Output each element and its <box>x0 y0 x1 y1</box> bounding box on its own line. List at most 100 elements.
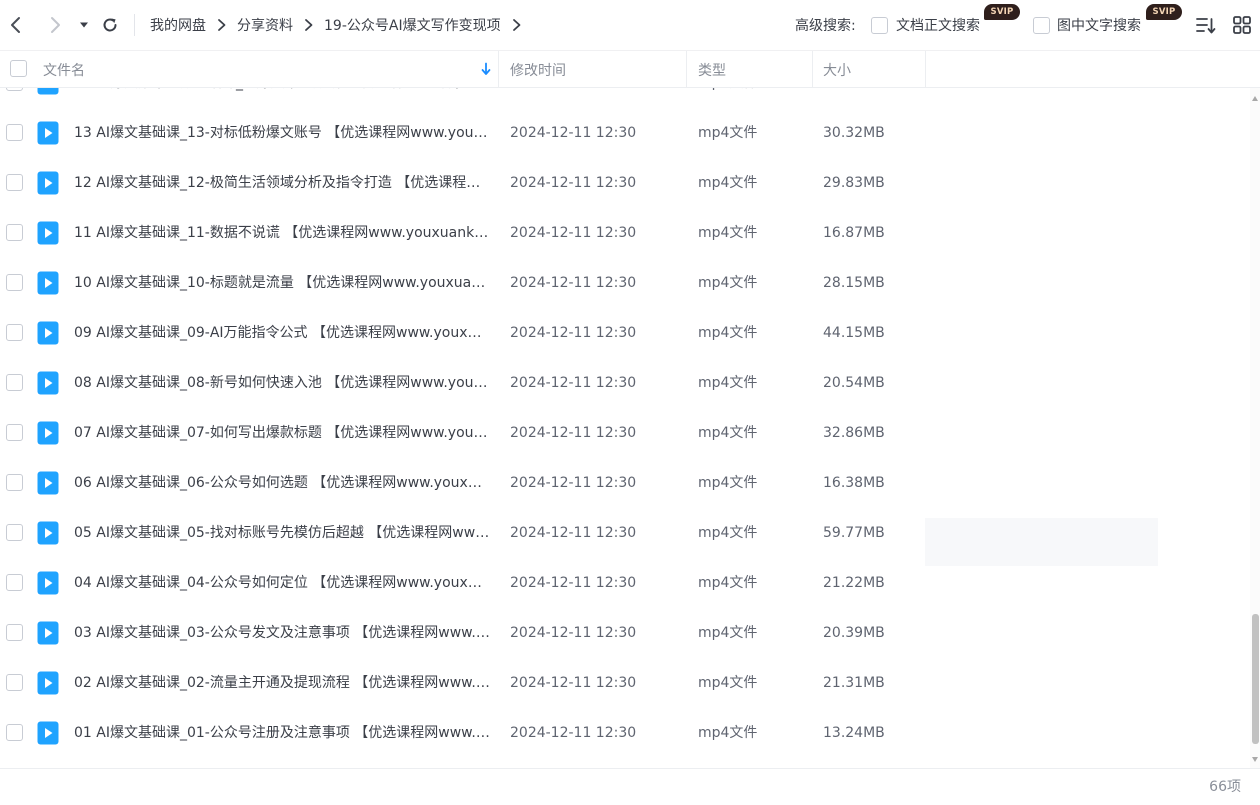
video-file-icon <box>37 171 59 195</box>
row-checkbox[interactable] <box>6 88 23 91</box>
row-checkbox[interactable] <box>6 324 23 341</box>
video-file-icon <box>37 471 59 495</box>
file-name[interactable]: 12 AI爆文基础课_12-极简生活领域分析及指令打造 【优选课程网www.yo… <box>74 158 490 208</box>
file-name[interactable]: 13 AI爆文基础课_13-对标低粉爆文账号 【优选课程网www.youxuan… <box>74 108 490 158</box>
row-checkbox[interactable] <box>6 724 23 741</box>
file-modified-time: 2024-12-11 12:30 <box>510 125 637 141</box>
sort-down-arrow-icon[interactable] <box>480 62 492 76</box>
refresh-icon[interactable] <box>98 13 122 37</box>
table-row[interactable]: 06 AI爆文基础课_06-公众号如何选题 【优选课程网www.youxuank… <box>0 458 1250 508</box>
row-checkbox[interactable] <box>6 124 23 141</box>
file-size: 28.15MB <box>823 275 885 291</box>
image-text-search-option[interactable]: 图中文字搜索 <box>1033 0 1141 50</box>
file-name[interactable]: 10 AI爆文基础课_10-标题就是流量 【优选课程网www.youxuankc… <box>74 258 490 308</box>
file-modified-time: 2024-12-11 12:30 <box>510 275 637 291</box>
video-file-icon <box>37 521 59 545</box>
breadcrumb-item-share[interactable]: 分享资料 <box>237 15 293 35</box>
item-count: 66项 <box>1209 779 1241 795</box>
file-type: mp4文件 <box>698 125 758 141</box>
file-name[interactable]: 09 AI爆文基础课_09-AI万能指令公式 【优选课程网www.youxuan… <box>74 308 490 358</box>
file-modified-time: 2024-12-11 12:30 <box>510 725 637 741</box>
column-divider <box>686 51 687 88</box>
row-checkbox[interactable] <box>6 424 23 441</box>
column-header-name[interactable]: 文件名 <box>43 51 85 88</box>
row-checkbox[interactable] <box>6 574 23 591</box>
file-type: mp4文件 <box>698 725 758 741</box>
table-row[interactable]: 10 AI爆文基础课_10-标题就是流量 【优选课程网www.youxuankc… <box>0 258 1250 308</box>
table-row[interactable]: 07 AI爆文基础课_07-如何写出爆款标题 【优选课程网www.youxuan… <box>0 408 1250 458</box>
file-modified-time: 2024-12-11 12:30 <box>510 325 637 341</box>
file-type: mp4文件 <box>698 475 758 491</box>
file-modified-time: 2024-12-11 12:30 <box>510 375 637 391</box>
table-row[interactable]: 09 AI爆文基础课_09-AI万能指令公式 【优选课程网www.youxuan… <box>0 308 1250 358</box>
row-checkbox[interactable] <box>6 274 23 291</box>
file-name[interactable]: 11 AI爆文基础课_11-数据不说谎 【优选课程网www.youxuankc.… <box>74 208 490 258</box>
column-header-size[interactable]: 大小 <box>823 51 851 88</box>
row-checkbox[interactable] <box>6 474 23 491</box>
file-name[interactable]: 08 AI爆文基础课_08-新号如何快速入池 【优选课程网www.youxuan… <box>74 358 490 408</box>
row-checkbox[interactable] <box>6 674 23 691</box>
file-size: 20.39MB <box>823 625 885 641</box>
table-row[interactable]: 12 AI爆文基础课_12-极简生活领域分析及指令打造 【优选课程网www.yo… <box>0 158 1250 208</box>
file-size: 29.83MB <box>823 175 885 191</box>
row-checkbox[interactable] <box>6 374 23 391</box>
chevron-right-icon[interactable] <box>511 18 523 32</box>
back-arrow-icon[interactable] <box>4 13 28 37</box>
file-size: 361.33MB <box>823 88 894 108</box>
table-row[interactable]: 04 AI爆文基础课_04-公众号如何定位 【优选课程网www.youxuank… <box>0 558 1250 608</box>
column-header-type[interactable]: 类型 <box>698 51 726 88</box>
video-file-icon <box>37 88 59 95</box>
breadcrumb-item-root[interactable]: 我的网盘 <box>150 15 206 35</box>
file-modified-time: 2024-12-11 12:30 <box>510 575 637 591</box>
file-name[interactable]: 04 AI爆文基础课_04-公众号如何定位 【优选课程网www.youxuank… <box>74 558 490 608</box>
doc-text-search-option[interactable]: 文档正文搜索 <box>871 0 980 50</box>
row-checkbox[interactable] <box>6 224 23 241</box>
file-size: 44.15MB <box>823 325 885 341</box>
breadcrumb-item-current[interactable]: 19-公众号AI爆文写作变现项 <box>324 15 501 35</box>
select-all-checkbox[interactable] <box>10 60 27 77</box>
scrollbar-thumb[interactable] <box>1252 614 1259 744</box>
file-name[interactable]: 07 AI爆文基础课_07-如何写出爆款标题 【优选课程网www.youxuan… <box>74 408 490 458</box>
table-row[interactable]: 11 AI爆文基础课_11-数据不说谎 【优选课程网www.youxuankc.… <box>0 208 1250 258</box>
file-type: mp4文件 <box>698 225 758 241</box>
table-row[interactable]: 14 AI爆文第十一期直播课_AI爆文十一期-第一次直播-公众号爆文写作变现项 2… <box>0 88 1250 108</box>
column-header-modified[interactable]: 修改时间 <box>510 51 566 88</box>
dropdown-caret-icon[interactable] <box>72 13 96 37</box>
toolbar-divider <box>134 14 135 36</box>
file-name[interactable]: 02 AI爆文基础课_02-流量主开通及提现流程 【优选课程网www.youxu… <box>74 658 490 708</box>
file-name[interactable]: 03 AI爆文基础课_03-公众号发文及注意事项 【优选课程网www.youxu… <box>74 608 490 658</box>
row-checkbox[interactable] <box>6 174 23 191</box>
video-file-icon <box>37 571 59 595</box>
row-checkbox[interactable] <box>6 524 23 541</box>
file-name[interactable]: 14 AI爆文第十一期直播课_AI爆文十一期-第一次直播-公众号爆文写作变现项 <box>74 88 490 108</box>
row-checkbox[interactable] <box>6 624 23 641</box>
file-type: mp4文件 <box>698 375 758 391</box>
table-row[interactable]: 01 AI爆文基础课_01-公众号注册及注意事项 【优选课程网www.youxu… <box>0 708 1250 758</box>
file-name[interactable]: 05 AI爆文基础课_05-找对标账号先模仿后超越 【优选课程网www.youx… <box>74 508 490 558</box>
doc-text-search-label: 文档正文搜索 <box>896 18 980 34</box>
column-divider <box>498 51 499 88</box>
table-row[interactable]: 08 AI爆文基础课_08-新号如何快速入池 【优选课程网www.youxuan… <box>0 358 1250 408</box>
table-row[interactable]: 05 AI爆文基础课_05-找对标账号先模仿后超越 【优选课程网www.youx… <box>0 508 1250 558</box>
table-row[interactable]: 03 AI爆文基础课_03-公众号发文及注意事项 【优选课程网www.youxu… <box>0 608 1250 658</box>
file-size: 32.86MB <box>823 425 885 441</box>
scroll-up-arrow-icon[interactable] <box>1252 96 1258 101</box>
image-text-search-checkbox[interactable] <box>1033 16 1050 34</box>
top-toolbar: 我的网盘 分享资料 19-公众号AI爆文写作变现项 高级搜索: 文档正文搜索 S… <box>0 0 1260 50</box>
file-name[interactable]: 01 AI爆文基础课_01-公众号注册及注意事项 【优选课程网www.youxu… <box>74 708 490 758</box>
sort-list-icon[interactable] <box>1196 16 1216 36</box>
table-row[interactable]: 13 AI爆文基础课_13-对标低粉爆文账号 【优选课程网www.youxuan… <box>0 108 1250 158</box>
chevron-right-icon <box>216 18 228 32</box>
file-name[interactable]: 06 AI爆文基础课_06-公众号如何选题 【优选课程网www.youxuank… <box>74 458 490 508</box>
doc-text-search-checkbox[interactable] <box>871 16 888 34</box>
file-modified-time: 2024-12-11 12:30 <box>510 475 637 491</box>
file-size: 13.24MB <box>823 725 885 741</box>
video-file-icon <box>37 321 59 345</box>
forward-arrow-icon[interactable] <box>43 13 67 37</box>
file-type: mp4文件 <box>698 525 758 541</box>
video-file-icon <box>37 671 59 695</box>
scroll-down-arrow-icon[interactable] <box>1252 757 1258 762</box>
video-file-icon <box>37 621 59 645</box>
grid-view-icon[interactable] <box>1233 16 1253 36</box>
table-row[interactable]: 02 AI爆文基础课_02-流量主开通及提现流程 【优选课程网www.youxu… <box>0 658 1250 708</box>
